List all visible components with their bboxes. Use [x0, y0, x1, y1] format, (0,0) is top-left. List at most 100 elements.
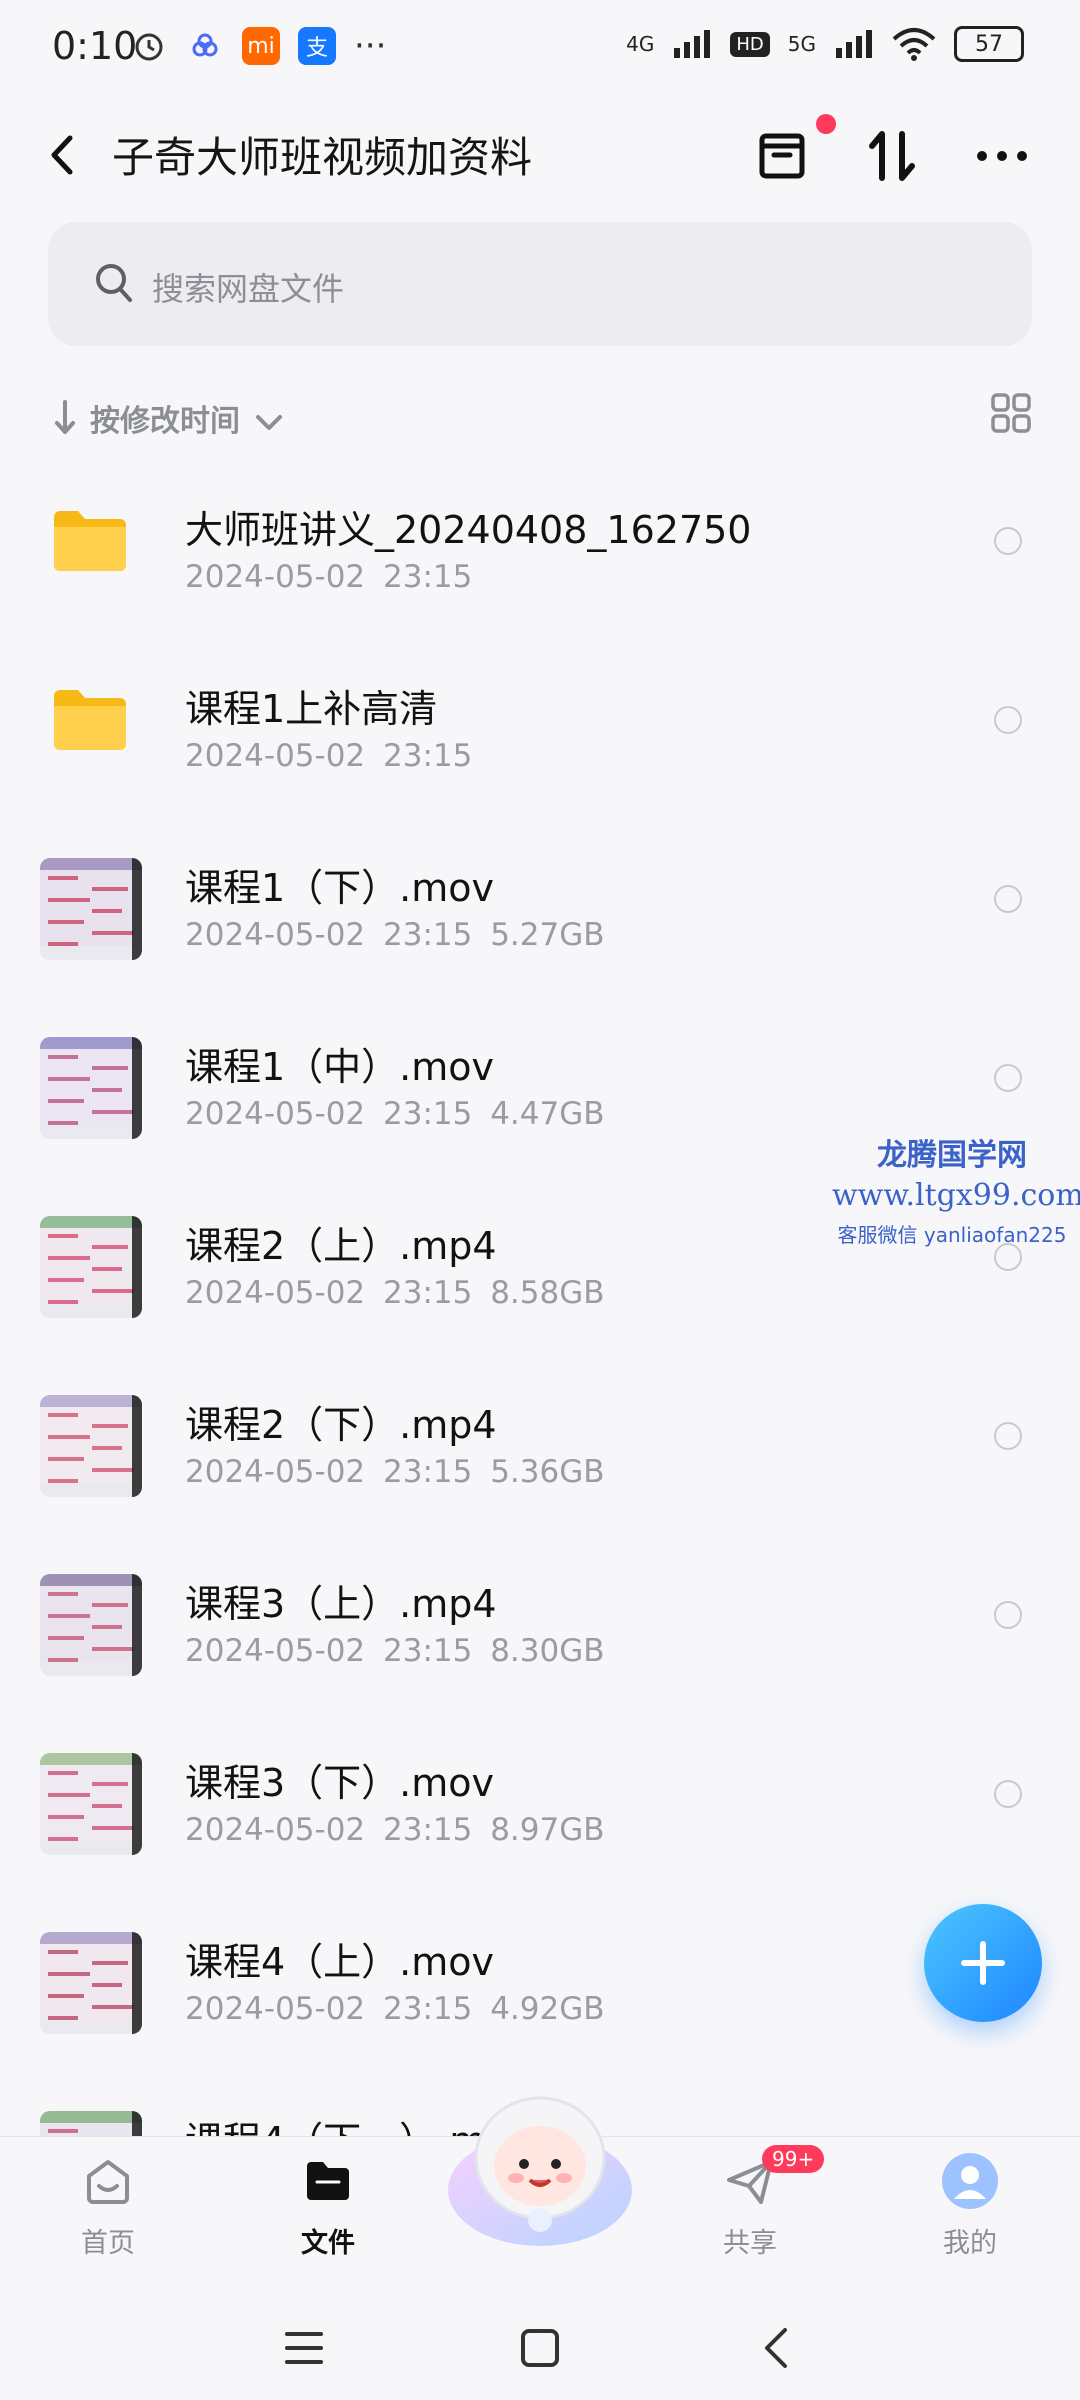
- file-name: 课程2（上）.mp4: [185, 1224, 497, 1268]
- status-bar: 0:10 mi 支 ··· 4G HD 5G 57: [0, 0, 1080, 100]
- battery-level: 57: [975, 31, 1003, 57]
- file-list: 大师班讲义_20240408_162750 2024-05-02 23:15 课程1…: [0, 455, 1080, 2213]
- battery-icon: 57: [954, 26, 1024, 62]
- archive-box-icon: [759, 133, 805, 179]
- file-name: 课程1（中）.mov: [185, 1045, 495, 1089]
- home-icon: [78, 2151, 138, 2211]
- nav-files-label: 文件: [301, 2228, 355, 2259]
- plus-icon: [961, 1941, 1005, 1985]
- arrow-down-icon: [55, 400, 75, 434]
- file-row[interactable]: 课程1（下）.mov 2024-05-02 23:15 5.27GB: [0, 813, 1080, 992]
- hd-icon: HD: [730, 31, 770, 57]
- sort-row: 按修改时间: [48, 392, 1032, 444]
- app-header: 子奇大师班视频加资料: [0, 110, 1080, 200]
- folder-icon: [52, 686, 128, 752]
- watermark-contact: 客服微信 yanliaofan225: [837, 1223, 1067, 1247]
- cloud-app-icon: [186, 27, 224, 65]
- nav-home-label: 首页: [81, 2228, 135, 2259]
- file-name: 课程1上补高清: [185, 687, 438, 731]
- search-input[interactable]: 搜索网盘文件: [152, 264, 344, 310]
- sort-dropdown[interactable]: 按修改时间: [90, 396, 284, 440]
- watermark-title: 龙腾国学网: [877, 1138, 1027, 1173]
- nav-home[interactable]: 首页: [38, 2151, 178, 2260]
- video-thumbnail: [40, 1395, 142, 1497]
- select-checkbox[interactable]: [994, 1601, 1022, 1629]
- file-name: 课程4（上）.mov: [185, 1940, 495, 1984]
- search-bar[interactable]: 搜索网盘文件: [48, 222, 1032, 346]
- search-icon: [96, 264, 132, 302]
- file-meta: 2024-05-02 23:15 5.27GB: [185, 917, 605, 953]
- back-button[interactable]: [44, 130, 80, 184]
- file-name: 课程3（下）.mov: [185, 1761, 495, 1805]
- more-options-button[interactable]: [972, 126, 1032, 186]
- network-5g-label: 5G: [787, 32, 816, 56]
- mi-app-icon: mi: [242, 27, 280, 65]
- wifi-icon: [892, 28, 936, 61]
- nav-share-label: 共享: [723, 2228, 777, 2259]
- folder-row[interactable]: 课程1上补高清 2024-05-02 23:15: [0, 634, 1080, 813]
- folder-icon: [52, 507, 128, 573]
- signal-icon: [674, 30, 711, 58]
- up-down-arrows-icon: [869, 131, 915, 181]
- transfer-list-button[interactable]: [752, 114, 836, 186]
- alipay-icon: 支: [298, 27, 336, 65]
- menu-icon: [285, 2332, 323, 2364]
- mascot-icon: [448, 2096, 632, 2246]
- file-meta: 2024-05-02 23:15 4.47GB: [185, 1096, 605, 1132]
- avatar-icon: [940, 2151, 1000, 2211]
- file-meta: 2024-05-02 23:15 4.92GB: [185, 1991, 605, 2027]
- video-thumbnail: [40, 1037, 142, 1139]
- status-time: 0:10: [52, 24, 138, 68]
- file-name: 课程3（上）.mp4: [185, 1582, 497, 1626]
- grid-view-icon: [991, 393, 1031, 433]
- select-checkbox[interactable]: [994, 527, 1022, 555]
- folder-row[interactable]: 大师班讲义_20240408_162750 2024-05-02 23:15: [0, 455, 1080, 634]
- watermark: 龙腾国学网 www.ltgx99.com 客服微信 yanliaofan225: [832, 1130, 1080, 1248]
- video-thumbnail: [40, 858, 142, 960]
- alarm-icon: [130, 27, 168, 65]
- grid-view-button[interactable]: [990, 392, 1032, 438]
- share-badge: 99+: [762, 2145, 825, 2173]
- more-notifications-icon: ···: [354, 26, 387, 66]
- status-system-icons: 4G HD 5G 57: [626, 26, 1024, 62]
- watermark-url: www.ltgx99.com: [832, 1178, 1080, 1213]
- file-meta: 2024-05-02 23:15: [185, 559, 473, 595]
- recent-apps-button[interactable]: [274, 2318, 334, 2378]
- file-row[interactable]: 课程3（上）.mp4 2024-05-02 23:15 8.30GB: [0, 1529, 1080, 1708]
- chevron-down-icon: [256, 414, 283, 430]
- file-name: 大师班讲义_20240408_162750: [185, 508, 752, 552]
- select-checkbox[interactable]: [994, 885, 1022, 913]
- file-meta: 2024-05-02 23:15 5.36GB: [185, 1454, 605, 1490]
- file-meta: 2024-05-02 23:15 8.97GB: [185, 1812, 605, 1848]
- square-icon: [521, 2329, 559, 2367]
- video-thumbnail: [40, 1216, 142, 1318]
- ai-assistant-mascot[interactable]: [446, 2080, 634, 2250]
- folder-filled-icon: [298, 2151, 358, 2211]
- chevron-left-icon: [765, 2328, 787, 2368]
- page-title: 子奇大师班视频加资料: [112, 133, 533, 182]
- file-meta: 2024-05-02 23:15 8.58GB: [185, 1275, 605, 1311]
- file-meta: 2024-05-02 23:15: [185, 738, 473, 774]
- sort-toggle-button[interactable]: [862, 126, 922, 186]
- select-checkbox[interactable]: [994, 706, 1022, 734]
- nav-share[interactable]: 99+ 共享: [680, 2145, 825, 2260]
- system-back-button[interactable]: [746, 2318, 806, 2378]
- video-thumbnail: [40, 1932, 142, 2034]
- nav-files[interactable]: 文件: [258, 2151, 398, 2260]
- network-4g-label: 4G: [626, 32, 655, 56]
- select-checkbox[interactable]: [994, 1422, 1022, 1450]
- home-button[interactable]: [510, 2318, 570, 2378]
- file-row[interactable]: 课程4（上）.mov 2024-05-02 23:15 4.92GB: [0, 1887, 1080, 2066]
- file-name: 课程1（下）.mov: [185, 866, 495, 910]
- file-row[interactable]: 课程2（下）.mp4 2024-05-02 23:15 5.36GB: [0, 1350, 1080, 1529]
- system-nav-bar: [0, 2290, 1080, 2390]
- add-button[interactable]: [924, 1904, 1042, 2022]
- video-thumbnail: [40, 1574, 142, 1676]
- select-checkbox[interactable]: [994, 1780, 1022, 1808]
- video-thumbnail: [40, 1753, 142, 1855]
- nav-me[interactable]: 我的: [900, 2151, 1040, 2260]
- sort-label: 按修改时间: [90, 404, 240, 439]
- file-row[interactable]: 课程3（下）.mov 2024-05-02 23:15 8.97GB: [0, 1708, 1080, 1887]
- select-checkbox[interactable]: [994, 1064, 1022, 1092]
- nav-me-label: 我的: [943, 2228, 997, 2259]
